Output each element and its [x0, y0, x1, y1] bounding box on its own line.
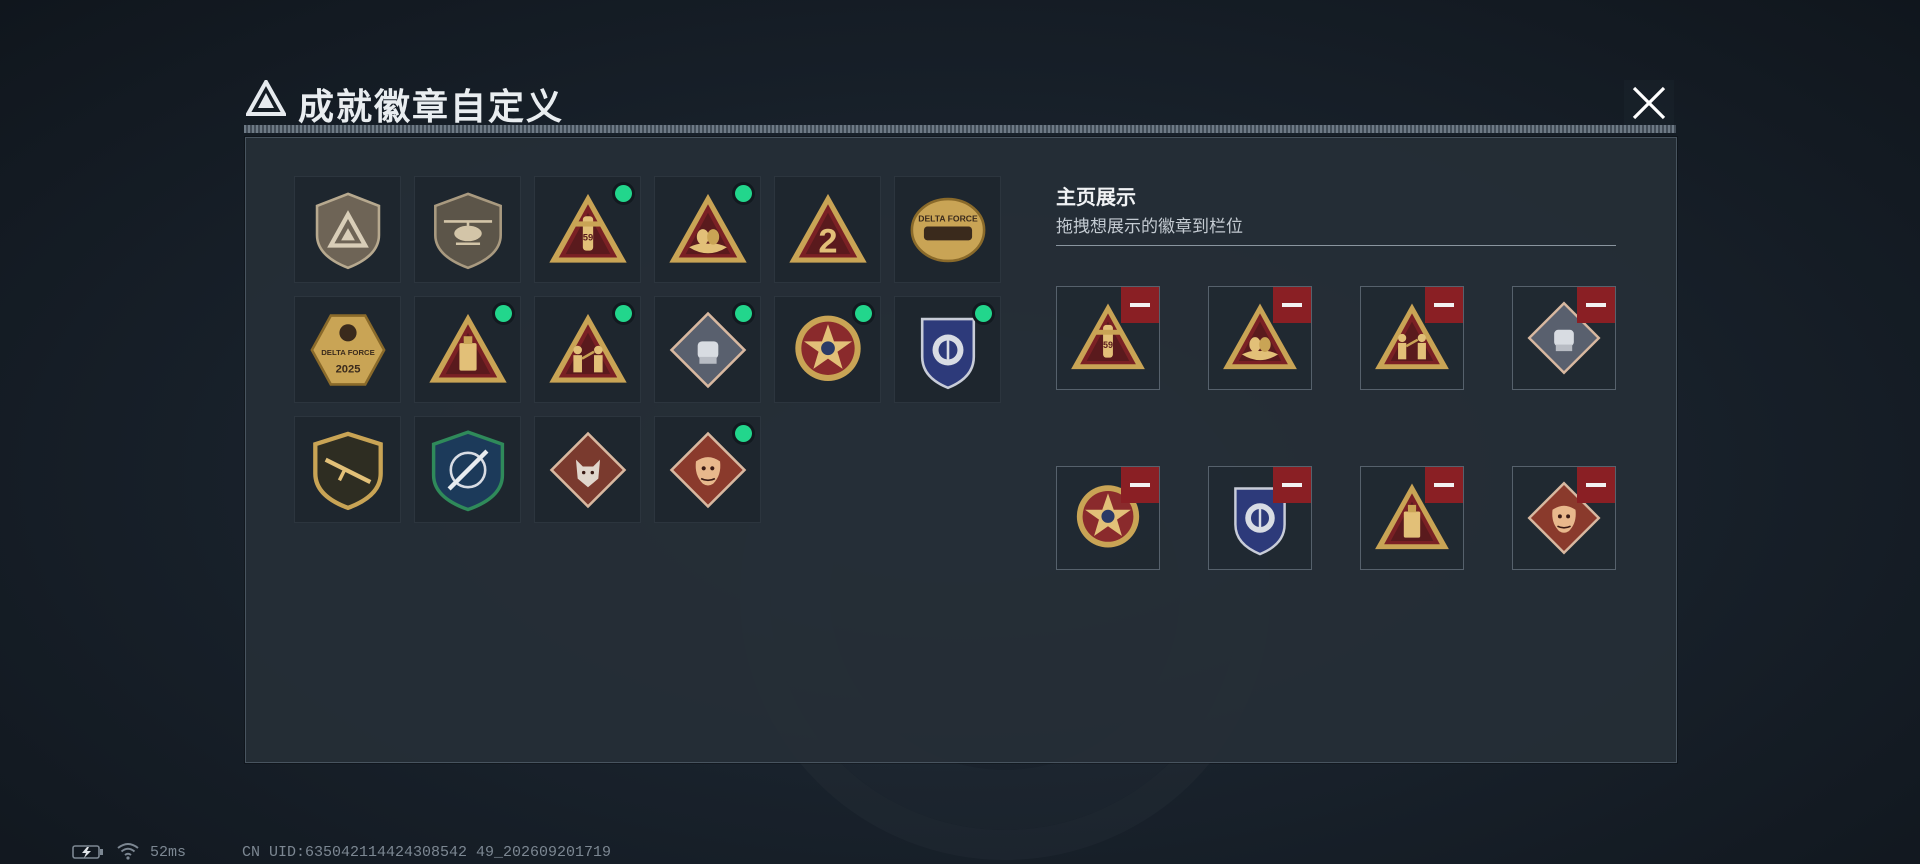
badge-cell[interactable]: DELTA FORCE [894, 176, 1001, 283]
badge-cell[interactable] [774, 296, 881, 403]
remove-badge-button[interactable] [1577, 287, 1615, 323]
svg-text:2025: 2025 [335, 363, 360, 375]
svg-text:2: 2 [818, 222, 837, 260]
showcase-slots: 59 [1056, 286, 1616, 576]
minus-icon [1586, 303, 1606, 307]
wolf-diamond-badge-icon [549, 431, 626, 508]
showcase-slot[interactable] [1056, 466, 1160, 570]
badge-cell[interactable] [654, 176, 761, 283]
showcase-slot[interactable] [1512, 466, 1616, 570]
delta-force-2025-badge-icon: DELTA FORCE 2025 [309, 313, 386, 386]
badge-cell[interactable]: DELTA FORCE 2025 [294, 296, 401, 403]
showcase-slot[interactable] [1208, 286, 1312, 390]
showcase-slot[interactable] [1208, 466, 1312, 570]
new-badge-indicator [615, 305, 632, 322]
showcase-slot[interactable] [1360, 466, 1464, 570]
new-badge-indicator [735, 185, 752, 202]
badge-collection-grid: 59 2 DELTA FORCE DELTA FORCE 2025 [294, 176, 1014, 523]
svg-text:DELTA FORCE: DELTA FORCE [321, 348, 375, 357]
svg-text:59: 59 [582, 232, 593, 243]
minus-icon [1434, 303, 1454, 307]
remove-badge-button[interactable] [1273, 467, 1311, 503]
panel-header: 成就徽章自定义 [244, 74, 1676, 127]
crosshair-knife-badge-icon [431, 429, 504, 511]
header-divider [244, 125, 1676, 133]
delta-force-train-badge-icon: DELTA FORCE [910, 197, 985, 262]
badge-cell[interactable] [414, 176, 521, 283]
close-button[interactable] [1624, 80, 1674, 126]
delta-shield-badge-icon [315, 191, 380, 269]
showcase-slot[interactable] [1512, 286, 1616, 390]
svg-text:DELTA FORCE: DELTA FORCE [918, 213, 978, 223]
badge-cell[interactable] [534, 296, 641, 403]
badge-cell[interactable] [654, 416, 761, 523]
badge-cell[interactable] [654, 296, 761, 403]
badge-cell[interactable] [414, 416, 521, 523]
new-badge-indicator [735, 305, 752, 322]
showcase-divider [1056, 245, 1616, 246]
user-uid: CN UID:635042114424308542 49_20260920171… [242, 844, 612, 861]
badge-cell[interactable]: 59 [534, 176, 641, 283]
minus-icon [1282, 303, 1302, 307]
page-title: 成就徽章自定义 [298, 86, 565, 127]
remove-badge-button[interactable] [1121, 287, 1159, 323]
battery-charging-icon [72, 845, 103, 859]
svg-text:59: 59 [1103, 340, 1113, 350]
minus-icon [1586, 483, 1606, 487]
badge-cell[interactable]: 2 [774, 176, 881, 283]
delta-logo-icon [246, 80, 286, 116]
badge-cell[interactable] [534, 416, 641, 523]
rifle-shield-badge-icon [312, 431, 383, 510]
badge-cell[interactable] [294, 416, 401, 523]
new-badge-indicator [615, 185, 632, 202]
close-icon [1632, 86, 1666, 120]
badge-cell[interactable] [414, 296, 521, 403]
showcase-slot[interactable] [1360, 286, 1464, 390]
minus-icon [1130, 303, 1150, 307]
wifi-icon [117, 843, 139, 860]
new-badge-indicator [975, 305, 992, 322]
showcase-slot[interactable]: 59 [1056, 286, 1160, 390]
showcase-title: 主页展示 [1056, 187, 1136, 209]
helicopter-badge-icon [433, 192, 502, 269]
new-badge-indicator [855, 305, 872, 322]
new-badge-indicator [735, 425, 752, 442]
badge-cell[interactable] [294, 176, 401, 283]
number-2-badge-icon: 2 [788, 193, 867, 263]
remove-badge-button[interactable] [1121, 467, 1159, 503]
showcase-subtitle: 拖拽想展示的徽章到栏位 [1056, 217, 1243, 236]
remove-badge-button[interactable] [1577, 467, 1615, 503]
remove-badge-button[interactable] [1425, 467, 1463, 503]
minus-icon [1282, 483, 1302, 487]
new-badge-indicator [495, 305, 512, 322]
ping-value: 52ms [150, 844, 187, 861]
minus-icon [1434, 483, 1454, 487]
remove-badge-button[interactable] [1425, 287, 1463, 323]
badge-panel: 59 2 DELTA FORCE DELTA FORCE 2025 主页展示 拖… [245, 137, 1677, 763]
badge-cell[interactable] [894, 296, 1001, 403]
remove-badge-button[interactable] [1273, 287, 1311, 323]
minus-icon [1130, 483, 1150, 487]
